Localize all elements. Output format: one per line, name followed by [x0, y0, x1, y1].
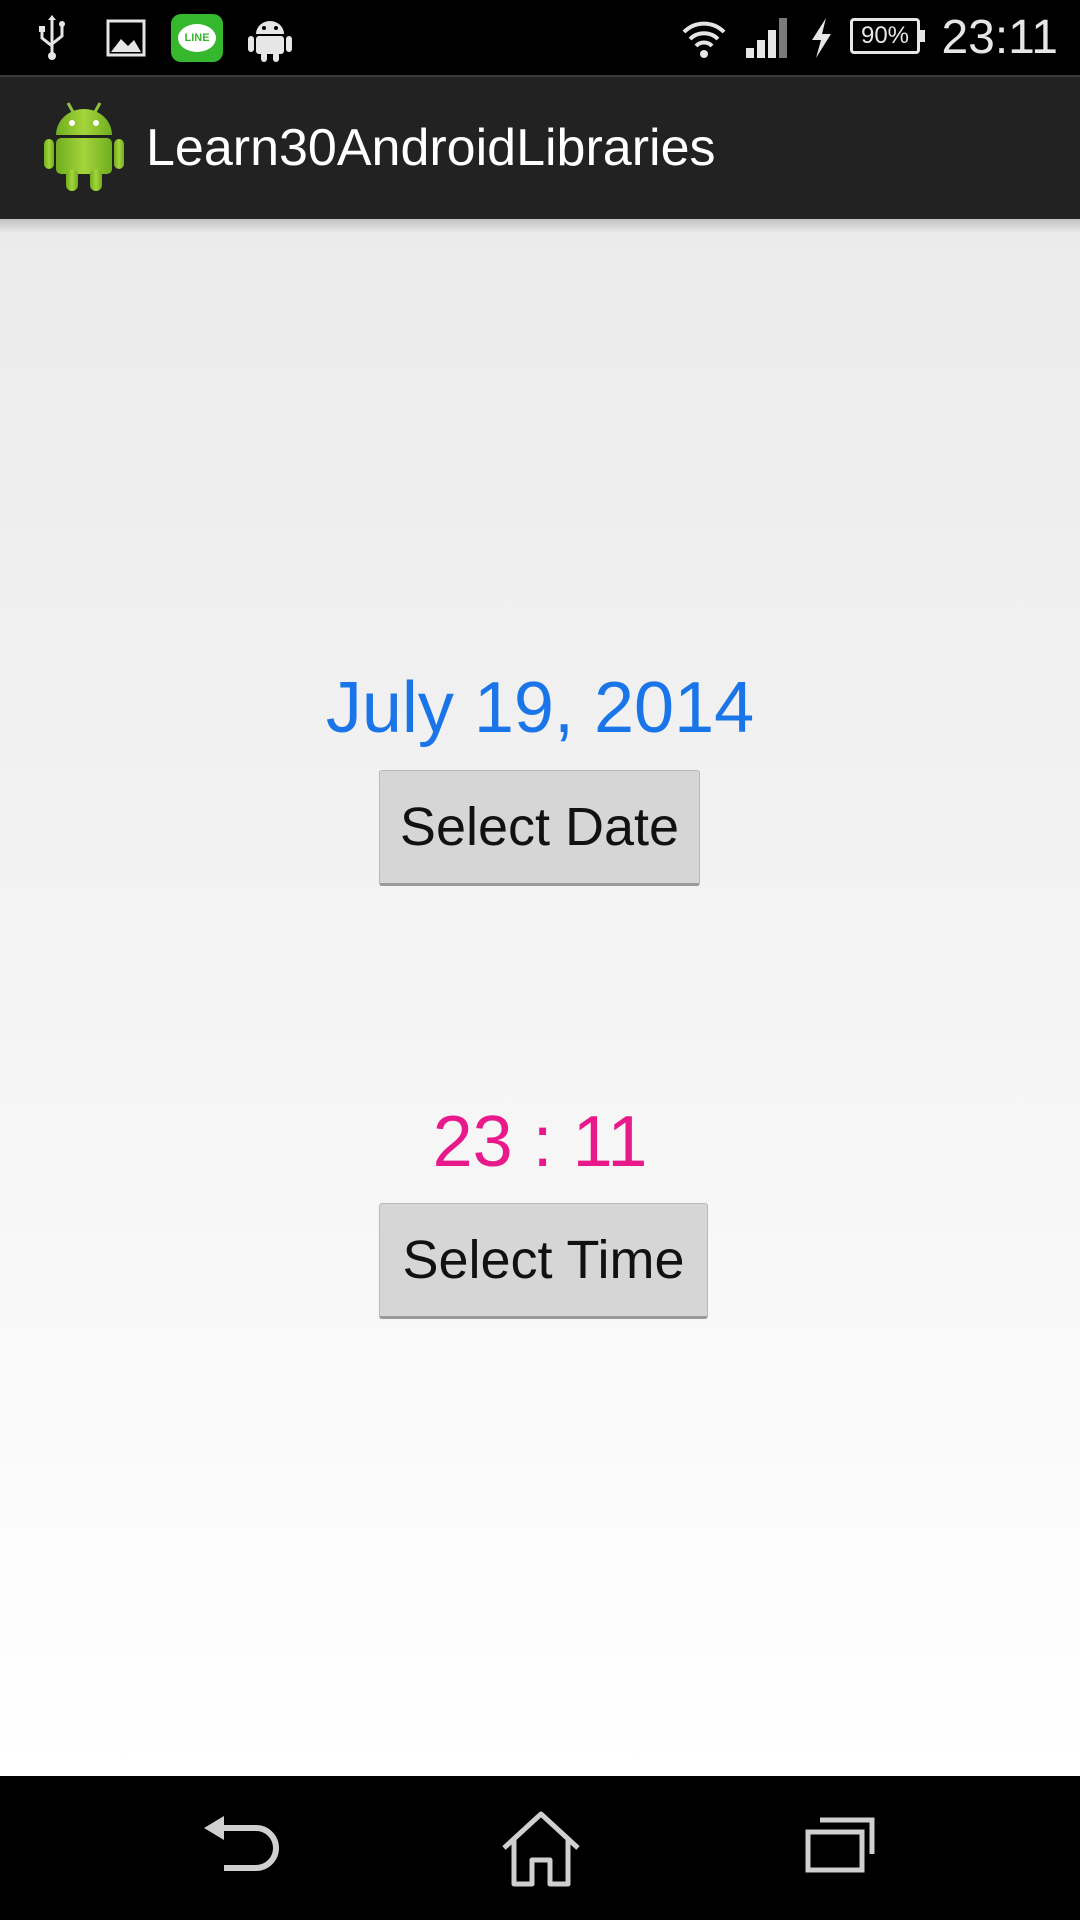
usb-icon: [36, 0, 68, 75]
charging-icon: [806, 0, 836, 75]
line-app-icon: LINE: [171, 0, 223, 75]
selected-date-text: July 19, 2014: [325, 668, 755, 748]
app-title: Learn30AndroidLibraries: [146, 119, 716, 177]
status-clock: 23:11: [941, 11, 1058, 64]
status-bar: LINE 90% 23:11: [0, 0, 1080, 75]
main-content: July 19, 2014 Select Date 23 : 11 Select…: [0, 219, 1080, 1776]
signal-icon: [744, 0, 792, 75]
battery-icon: 90%: [850, 18, 925, 54]
wifi-icon: [680, 0, 728, 75]
android-icon: [44, 99, 124, 198]
select-time-button[interactable]: Select Time: [379, 1203, 708, 1319]
android-debug-icon: [248, 0, 292, 75]
action-bar: Learn30AndroidLibraries: [0, 75, 1080, 219]
gallery-icon: [106, 0, 146, 75]
home-icon[interactable]: [496, 1806, 586, 1890]
back-icon[interactable]: [196, 1806, 286, 1890]
selected-time-text: 23 : 11: [432, 1102, 648, 1182]
recents-icon[interactable]: [796, 1806, 886, 1890]
navigation-bar: [0, 1776, 1080, 1920]
select-date-button[interactable]: Select Date: [379, 770, 700, 886]
